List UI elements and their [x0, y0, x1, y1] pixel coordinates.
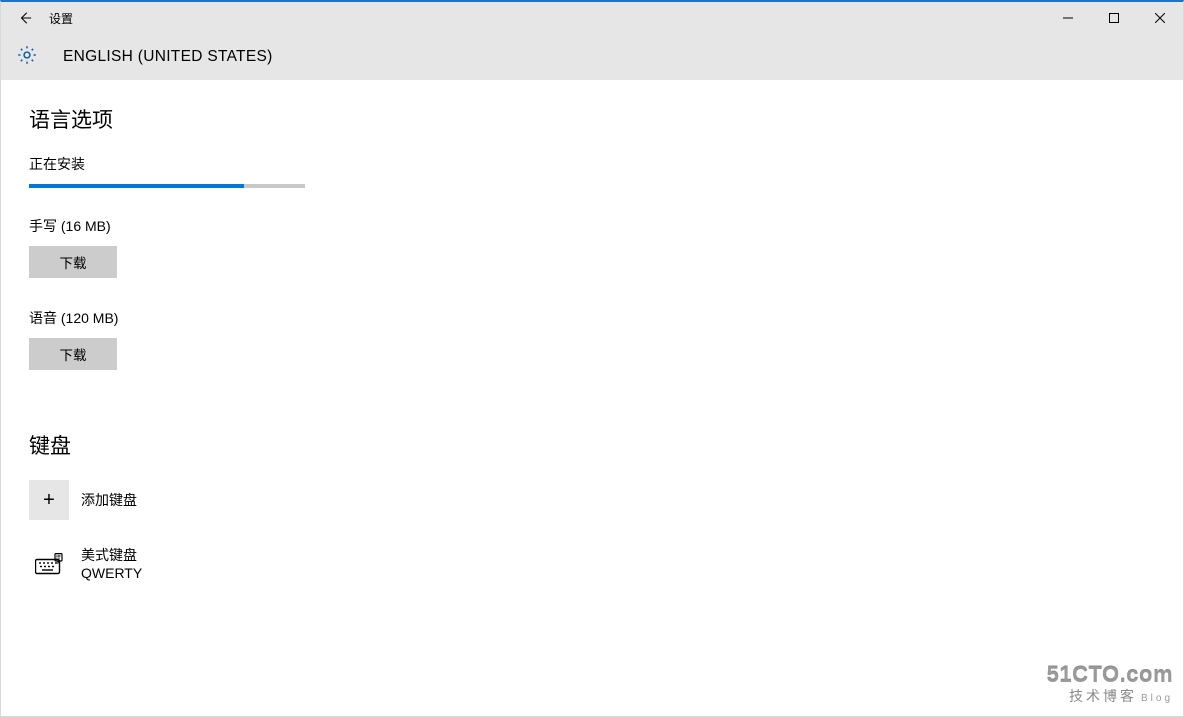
gear-icon [16, 44, 63, 71]
install-progress-fill [29, 184, 244, 188]
download-speech-button[interactable]: 下载 [29, 338, 117, 370]
maximize-button[interactable] [1091, 2, 1137, 34]
titlebar: 设置 [1, 2, 1183, 34]
minimize-button[interactable] [1045, 2, 1091, 34]
add-keyboard-label: 添加键盘 [81, 490, 137, 510]
close-icon [1155, 13, 1165, 23]
keyboard-item-row[interactable]: 拼 美式键盘 QWERTY [29, 544, 1155, 584]
download-handwriting-button[interactable]: 下载 [29, 246, 117, 278]
section-title-language-options: 语言选项 [29, 104, 1155, 134]
plus-icon: + [29, 480, 69, 520]
keyboard-icon: 拼 [29, 544, 69, 584]
svg-text:拼: 拼 [56, 554, 61, 561]
add-keyboard-row[interactable]: + 添加键盘 [29, 480, 1155, 520]
install-progress-bar [29, 184, 305, 188]
minimize-icon [1063, 13, 1073, 23]
speech-label: 语音 (120 MB) [29, 308, 1155, 328]
section-title-keyboard: 键盘 [29, 430, 1155, 460]
feature-handwriting: 手写 (16 MB) 下载 [29, 216, 1155, 278]
feature-speech: 语音 (120 MB) 下载 [29, 308, 1155, 370]
window-controls [1045, 2, 1183, 34]
header-language-title: ENGLISH (UNITED STATES) [63, 48, 273, 66]
maximize-icon [1109, 13, 1119, 23]
content-area: 语言选项 正在安装 手写 (16 MB) 下载 语音 (120 MB) 下载 键… [1, 80, 1183, 716]
header-bar: ENGLISH (UNITED STATES) [1, 34, 1183, 80]
back-button[interactable] [1, 2, 49, 34]
window-title: 设置 [49, 10, 73, 27]
keyboard-item-text: 美式键盘 QWERTY [81, 546, 142, 582]
keyboard-item-layout: QWERTY [81, 564, 142, 582]
install-status-text: 正在安装 [29, 154, 1155, 174]
settings-window: 设置 ENGLISH (UNITED STATES) 语言选项 正在安装 [0, 0, 1184, 717]
keyboard-item-name: 美式键盘 [81, 546, 142, 564]
handwriting-label: 手写 (16 MB) [29, 216, 1155, 236]
close-button[interactable] [1137, 2, 1183, 34]
arrow-left-icon [18, 11, 32, 25]
